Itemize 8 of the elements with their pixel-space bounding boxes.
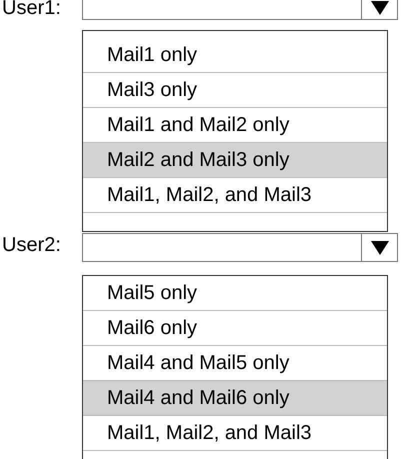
dropdown-option[interactable]: Mail4 and Mail6 only — [83, 381, 387, 416]
user-label: User1: — [1, 0, 62, 20]
caret-icon — [370, 240, 388, 254]
caret-icon — [370, 1, 388, 15]
dropdown[interactable] — [82, 0, 398, 20]
dropdown-option[interactable]: Mail2 and Mail3 only — [83, 143, 387, 178]
user-label: User2: — [1, 233, 62, 257]
dropdown[interactable] — [82, 233, 398, 262]
